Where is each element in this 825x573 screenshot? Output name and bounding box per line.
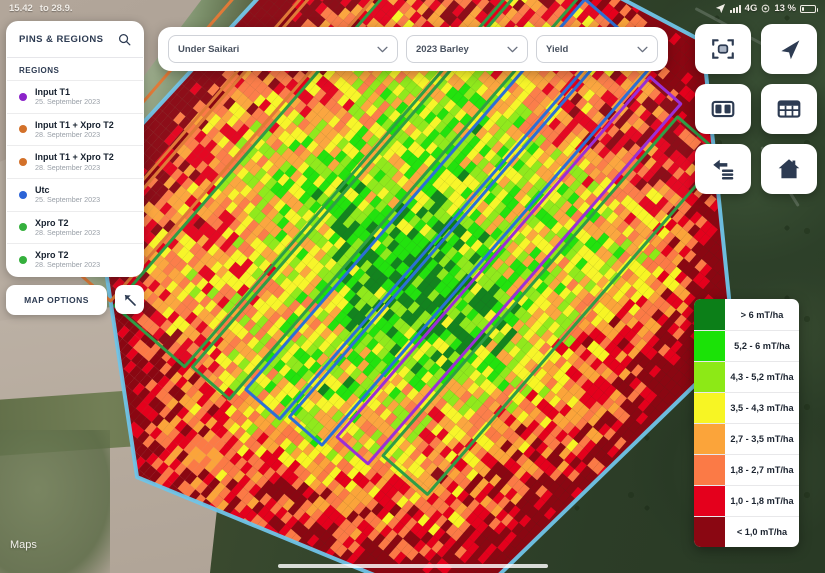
legend-color-swatch xyxy=(694,362,725,392)
legend-label: 1,0 - 1,8 mT/ha xyxy=(730,496,794,506)
crop-select-value: 2023 Barley xyxy=(416,43,469,55)
legend-label: 1,8 - 2,7 mT/ha xyxy=(730,465,794,475)
grass-patch xyxy=(0,430,110,573)
collapse-arrow-icon[interactable] xyxy=(115,285,144,315)
region-texts: Input T1 + Xpro T2 28. September 2023 xyxy=(35,120,114,140)
legend-row: 1,0 - 1,8 mT/ha xyxy=(694,485,799,516)
region-date: 28. September 2023 xyxy=(35,227,101,237)
region-list-item[interactable]: Xpro T2 28. September 2023 xyxy=(7,210,143,244)
navigation-arrow-icon xyxy=(780,39,799,59)
chevron-down-icon xyxy=(507,46,518,52)
compare-layers-button[interactable] xyxy=(695,144,751,194)
region-date: 25. September 2023 xyxy=(35,195,101,205)
legend-row: < 1,0 mT/ha xyxy=(694,516,799,547)
region-list-item[interactable]: Input T1 + Xpro T2 28. September 2023 xyxy=(7,145,143,178)
legend-label: > 6 mT/ha xyxy=(740,309,784,320)
two-column-panel-icon xyxy=(711,100,735,118)
region-color-dot xyxy=(19,190,27,199)
legend-row: 2,7 - 3,5 mT/ha xyxy=(694,423,799,454)
crop-select[interactable]: 2023 Barley xyxy=(406,35,528,63)
region-name: Input T1 + Xpro T2 xyxy=(35,152,114,163)
sidebar-header: PINS & REGIONS xyxy=(7,22,143,58)
map-tool-buttons xyxy=(695,24,817,194)
region-name: Utc xyxy=(35,184,50,195)
map-options-button[interactable]: MAP OPTIONS xyxy=(6,284,107,315)
region-texts: Utc 25. September 2023 xyxy=(35,185,100,205)
maps-label: Maps xyxy=(10,539,37,551)
region-texts: Input T1 + Xpro T2 28. September 2023 xyxy=(35,152,114,172)
region-date: 28. September 2023 xyxy=(35,162,101,172)
legend-row: 1,8 - 2,7 mT/ha xyxy=(694,454,799,485)
region-color-dot xyxy=(19,158,27,167)
region-name: Xpro T2 xyxy=(35,217,69,228)
apple-maps-attribution[interactable]: Maps xyxy=(8,539,37,551)
legend-label: < 1,0 mT/ha xyxy=(736,527,788,537)
legend-color-swatch xyxy=(694,299,725,330)
layer-select-value: Yield xyxy=(546,43,569,55)
region-date: 25. September 2023 xyxy=(35,97,101,107)
regions-section-label: REGIONS xyxy=(19,66,60,75)
table-grid-icon xyxy=(777,100,801,118)
sidebar-footer: MAP OPTIONS xyxy=(6,284,144,315)
legend-color-swatch xyxy=(694,486,725,516)
region-name: Xpro T2 xyxy=(35,250,69,261)
legend-label: 3,5 - 4,3 mT/ha xyxy=(730,403,794,413)
layers-swap-icon xyxy=(713,159,734,180)
region-list-item[interactable]: Input T1 + Xpro T2 28. September 2023 xyxy=(7,112,143,146)
region-list-item[interactable]: Xpro T2 28. September 2023 xyxy=(7,243,143,276)
legend-label: 2,7 - 3,5 mT/ha xyxy=(730,434,794,444)
chevron-down-icon xyxy=(637,46,648,52)
region-color-dot xyxy=(19,223,27,232)
layer-select[interactable]: Yield xyxy=(536,35,658,63)
region-color-dot xyxy=(19,255,27,264)
legend-row: 4,3 - 5,2 mT/ha xyxy=(694,361,799,392)
farm-select-value: Under Saikari xyxy=(178,43,240,55)
legend-color-swatch xyxy=(694,424,725,454)
fit-to-screen-button[interactable] xyxy=(695,24,751,74)
region-name: Input T1 xyxy=(35,87,70,97)
search-icon[interactable] xyxy=(116,31,133,48)
sidebar-card: PINS & REGIONS REGIONS Input T1 25. Septe… xyxy=(6,21,144,277)
home-icon xyxy=(778,159,800,179)
home-button[interactable] xyxy=(761,144,817,194)
region-date: 28. September 2023 xyxy=(35,129,101,139)
yield-legend: > 6 mT/ha 5,2 - 6 mT/ha 4,3 - 5,2 mT/ha 3,5… xyxy=(694,299,799,547)
region-texts: Xpro T2 28. September 2023 xyxy=(35,218,100,238)
region-name: Input T1 + Xpro T2 xyxy=(35,119,114,130)
region-texts: Input T1 25. September 2023 xyxy=(35,87,100,107)
filter-bar: Under Saikari 2023 Barley Yield xyxy=(158,27,668,71)
data-table-button[interactable] xyxy=(761,84,817,134)
sidebar-title: PINS & REGIONS xyxy=(19,34,104,45)
home-indicator[interactable] xyxy=(277,564,548,568)
legend-row: > 6 mT/ha xyxy=(694,299,799,330)
regions-list: Input T1 25. September 2023 Input T1 + Xpr… xyxy=(7,80,143,276)
legend-label: 5,2 - 6 mT/ha xyxy=(734,341,790,351)
legend-color-swatch xyxy=(694,393,725,423)
app-root: 15.42 to 28.9. 4G 13 % PINS & REGIONS RE… xyxy=(0,0,825,573)
legend-label: 4,3 - 5,2 mT/ha xyxy=(730,372,794,382)
region-list-item[interactable]: Utc 25. September 2023 xyxy=(7,177,143,211)
legend-color-swatch xyxy=(694,455,725,485)
legend-row: 3,5 - 4,3 mT/ha xyxy=(694,392,799,423)
locate-me-button[interactable] xyxy=(761,24,817,74)
region-list-item[interactable]: Input T1 25. September 2023 xyxy=(7,80,143,113)
farm-select[interactable]: Under Saikari xyxy=(168,35,398,63)
focus-frame-icon xyxy=(712,39,734,59)
region-color-dot xyxy=(19,125,27,134)
region-texts: Xpro T2 28. September 2023 xyxy=(35,250,100,270)
legend-color-swatch xyxy=(694,517,725,547)
chevron-down-icon xyxy=(377,46,388,52)
split-view-button[interactable] xyxy=(695,84,751,134)
legend-color-swatch xyxy=(694,331,725,361)
region-date: 28. September 2023 xyxy=(35,260,101,270)
region-color-dot xyxy=(19,92,27,101)
legend-row: 5,2 - 6 mT/ha xyxy=(694,330,799,361)
pins-and-regions-sidebar: PINS & REGIONS REGIONS Input T1 25. Septe… xyxy=(6,21,144,315)
